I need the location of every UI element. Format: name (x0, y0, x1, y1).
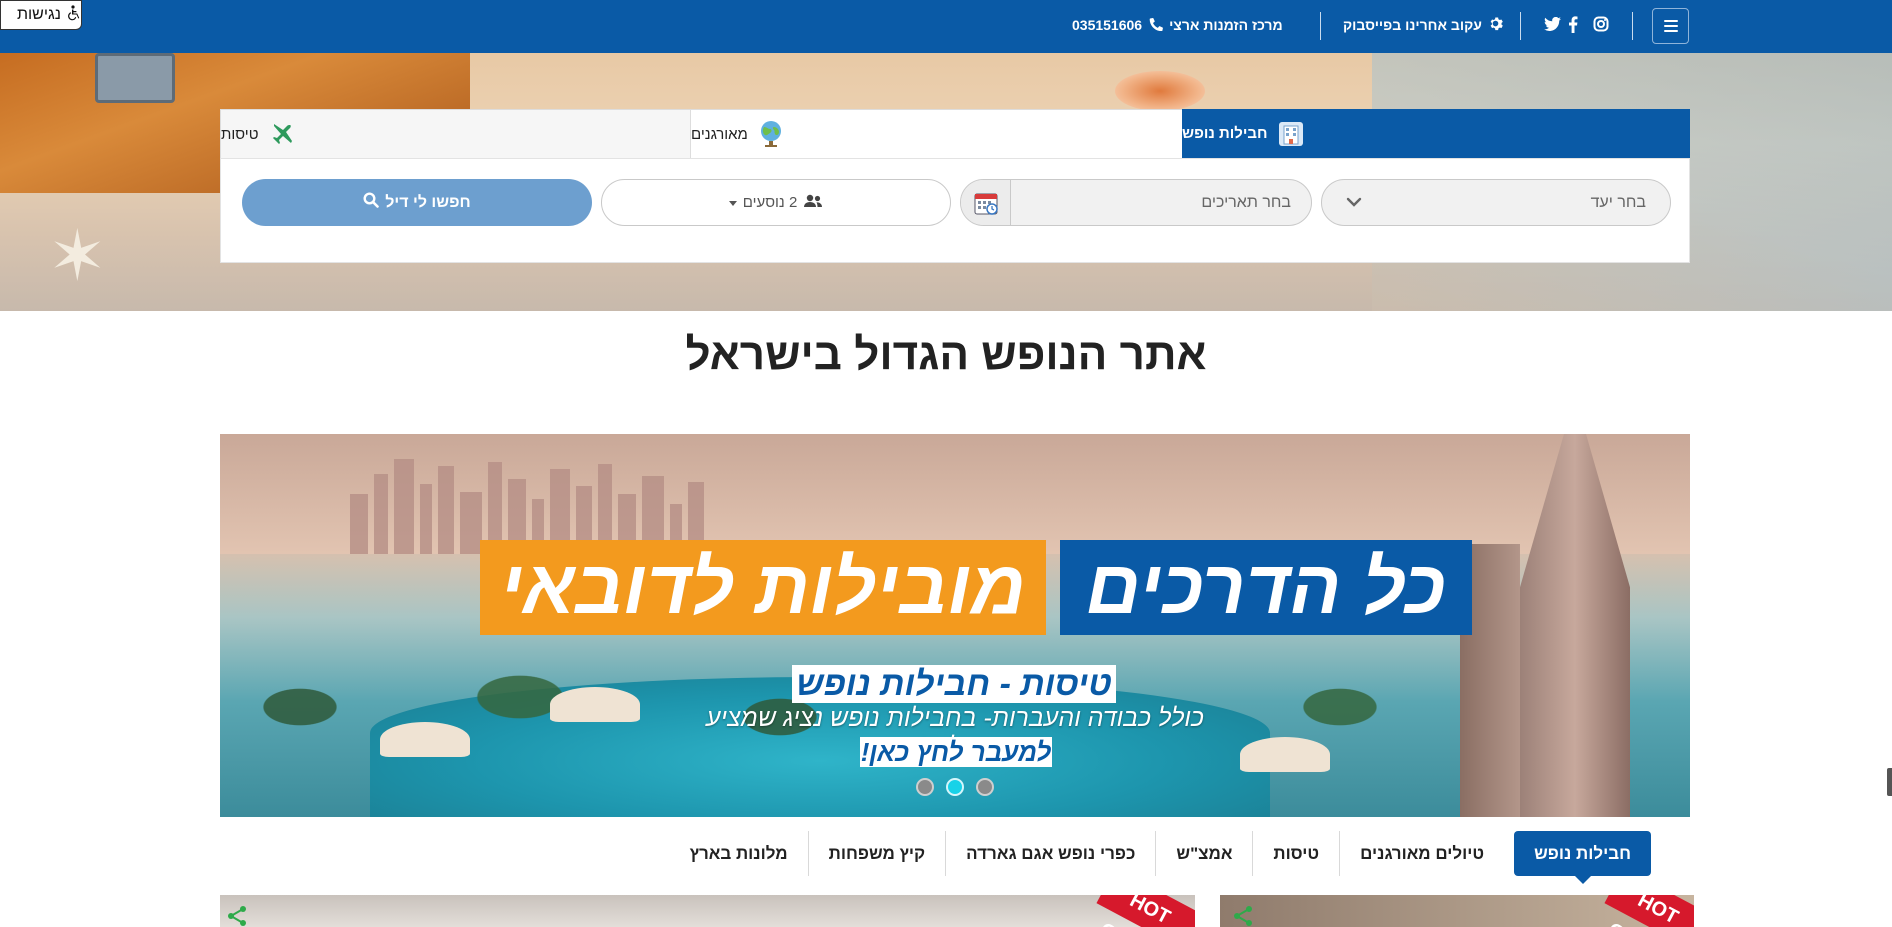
destination-select[interactable]: בחר יעד (1321, 179, 1671, 226)
chevron-down-icon (1346, 194, 1362, 212)
banner-subtitle: טיסות - חבילות נופש (792, 665, 1116, 703)
search-tabs: חבילות נופש מאורגנים טיסות (220, 109, 1690, 158)
carousel-dots (916, 778, 994, 796)
phone-number: 035151606 (1072, 17, 1143, 33)
facebook-follow-link[interactable]: עקוב אחרינו בפייסבוק (1343, 16, 1503, 34)
category-tab-family-summer[interactable]: קיץ משפחות (807, 831, 946, 876)
share-icon[interactable] (1232, 905, 1254, 927)
category-tab-flights[interactable]: טיסות (1252, 831, 1339, 876)
tab-vacation-packages[interactable]: חבילות נופש (1182, 109, 1690, 158)
search-submit-button[interactable]: חפשו לי דיל (242, 179, 592, 226)
globe-icon (756, 119, 786, 149)
gear-icon (1488, 16, 1503, 34)
accessibility-label: נגישות (16, 6, 61, 23)
category-tab-amatsash[interactable]: אמצ"ש (1155, 831, 1252, 876)
umbrella-icon (550, 687, 640, 722)
accessibility-button[interactable]: נגישות (0, 0, 82, 30)
search-panel: בחר יעד בחר תאריכים 2 נוסעים חפשו לי דיל (220, 158, 1690, 263)
caret-down-icon (728, 194, 737, 211)
banner-headline-blue: כל הדרכים (1059, 540, 1473, 635)
category-tab-israel-hotels[interactable]: מלונות בארץ (670, 831, 808, 876)
deal-card[interactable]: HOT OFFER (220, 895, 1195, 927)
deal-card[interactable]: HOT OFFER (1220, 895, 1694, 927)
facebook-icon[interactable] (1563, 14, 1583, 34)
category-tabs: חבילות נופש טיולים מאורגנים טיסות אמצ"ש … (633, 831, 1651, 884)
passengers-select[interactable]: 2 נוסעים (601, 179, 951, 226)
umbrella-icon (1240, 737, 1330, 772)
menu-icon (1663, 20, 1678, 32)
tab-label: מאורגנים (691, 125, 748, 143)
umbrella-icon (380, 722, 470, 757)
starfish-icon: ✶ (48, 217, 107, 295)
hot-offer-badge: HOT OFFER (1096, 895, 1195, 927)
carousel-dot[interactable] (976, 778, 994, 796)
tab-organized-tours[interactable]: מאורגנים (691, 109, 1182, 158)
search-icon (363, 192, 380, 213)
phone-icon (1148, 16, 1164, 34)
twitter-icon[interactable] (1542, 14, 1562, 34)
hotel-building-icon (1276, 119, 1306, 149)
category-tab-organized-tours[interactable]: טיולים מאורגנים (1339, 831, 1504, 876)
dates-picker[interactable]: בחר תאריכים (960, 179, 1312, 226)
promo-banner[interactable]: כל הדרכים מובילות לדובאי טיסות - חבילות … (220, 434, 1690, 817)
divider (1520, 12, 1521, 40)
phone-contact[interactable]: מרכז הזמנות ארצי 035151606 (1072, 16, 1283, 34)
calendar-icon[interactable] (961, 180, 1011, 225)
carousel-dot-active[interactable] (946, 778, 964, 796)
banner-headline: כל הדרכים מובילות לדובאי (480, 540, 1473, 635)
side-scroll-tab[interactable] (1887, 768, 1892, 796)
banner-headline-orange: מובילות לדובאי (480, 540, 1046, 635)
share-icon[interactable] (226, 905, 248, 927)
divider (1632, 12, 1633, 40)
tab-flights[interactable]: טיסות (220, 109, 691, 158)
instagram-icon[interactable] (1591, 14, 1611, 34)
facebook-follow-label: עקוב אחרינו בפייסבוק (1343, 17, 1482, 33)
tab-label: חבילות נופש (1182, 125, 1268, 142)
destination-placeholder: בחר יעד (1590, 193, 1646, 211)
page-title: אתר הנופש הגדול בישראל (685, 330, 1207, 379)
dates-placeholder: בחר תאריכים (1201, 193, 1291, 211)
banner-skyline (350, 444, 870, 554)
banner-cta-link[interactable]: למעבר לחץ כאן! (860, 737, 1052, 767)
hot-offer-badge: HOT OFFER (1604, 895, 1694, 927)
users-icon (803, 194, 823, 212)
tab-label: טיסות (221, 125, 259, 143)
wheelchair-icon (65, 4, 81, 26)
top-bar: עקוב אחרינו בפייסבוק מרכז הזמנות ארצי 03… (0, 0, 1892, 53)
passengers-value: 2 נוסעים (742, 194, 798, 211)
hero-shell-image (1115, 71, 1205, 111)
carousel-dot[interactable] (916, 778, 934, 796)
divider (1320, 12, 1321, 40)
hamburger-menu-button[interactable] (1652, 8, 1689, 44)
phone-label: מרכז הזמנות ארצי (1169, 17, 1283, 33)
airplane-icon (267, 119, 297, 149)
category-tab-lake-garda[interactable]: כפרי נופש אגם גארדה (945, 831, 1155, 876)
search-submit-label: חפשו לי דיל (385, 193, 471, 211)
category-tab-vacation-packages[interactable]: חבילות נופש (1514, 831, 1651, 884)
